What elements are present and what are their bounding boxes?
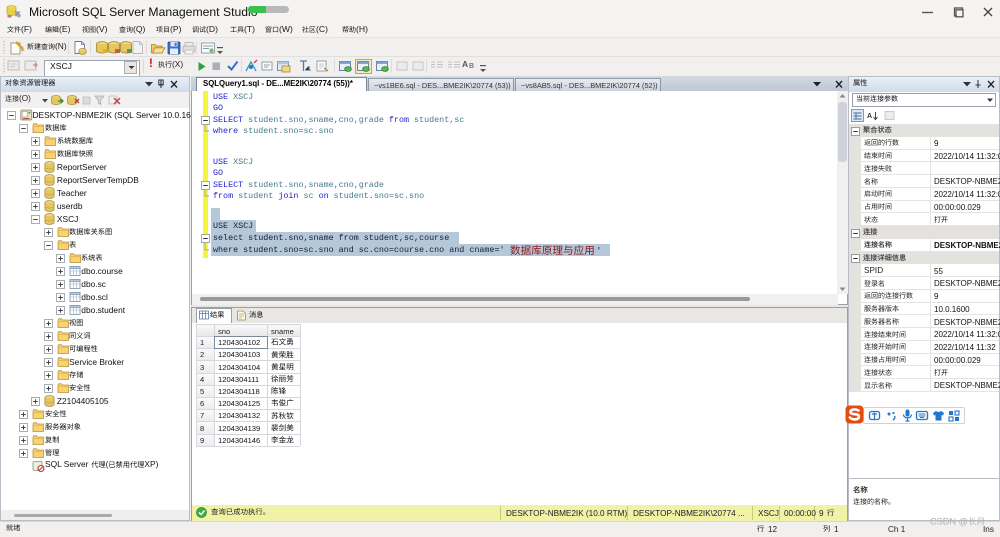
svg-text:(H): (H)	[356, 24, 368, 34]
svg-text:(T): (T)	[244, 24, 255, 34]
svg-text:(: (	[105, 459, 108, 469]
svg-text:(E): (E)	[59, 24, 71, 34]
svg-text:(P): (P)	[170, 24, 182, 34]
svg-text:(O): (O)	[19, 94, 31, 103]
svg-text:(X): (X)	[172, 59, 183, 69]
svg-text:CSDN @: CSDN @	[930, 516, 968, 526]
svg-text:A: A	[867, 113, 872, 120]
svg-text:(N): (N)	[55, 41, 67, 51]
svg-text:(F): (F)	[21, 24, 32, 34]
svg-text:(V): (V)	[96, 24, 108, 34]
svg-text:(C): (C)	[316, 24, 328, 34]
svg-text:(Q): (Q)	[133, 24, 146, 34]
svg-text:(D): (D)	[206, 24, 218, 34]
svg-text:(W): (W)	[279, 24, 293, 34]
svg-text:XP): XP)	[144, 459, 158, 469]
svg-text:SQL Server: SQL Server	[45, 459, 89, 469]
